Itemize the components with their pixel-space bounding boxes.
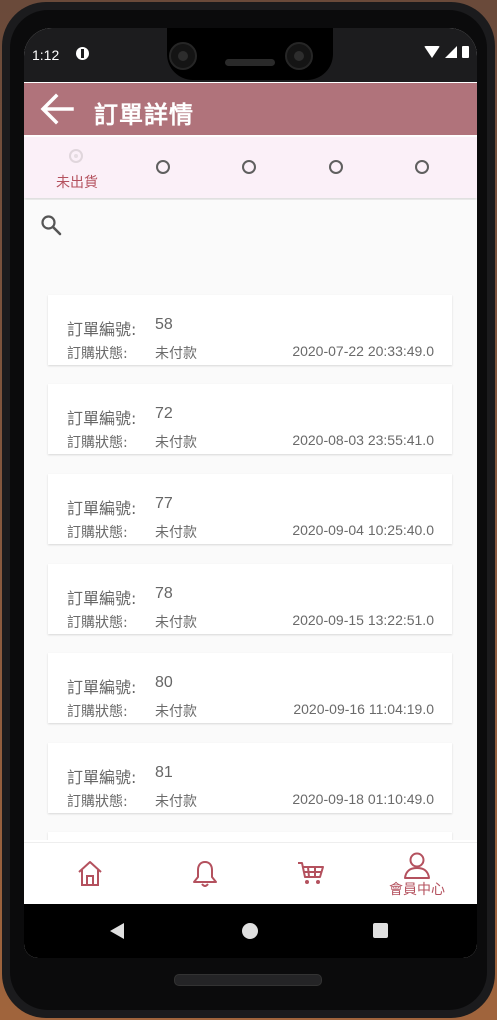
order-status-label: 訂購狀態: <box>67 346 128 362</box>
order-status: 未付款 <box>155 435 197 451</box>
camera-notch <box>167 28 333 80</box>
order-id: 80 <box>155 674 173 691</box>
order-id-label: 訂單編號: <box>67 589 137 608</box>
notification-icon <box>76 47 89 60</box>
order-card[interactable]: 訂單編號: 58 訂購狀態: 未付款 2020-07-22 20:33:49.0 <box>48 295 452 365</box>
bell-icon <box>193 861 217 887</box>
order-id: 81 <box>155 764 173 781</box>
camera-icon <box>169 42 197 70</box>
nav-home[interactable] <box>50 843 130 905</box>
tab-2[interactable] <box>124 137 204 198</box>
tab-3[interactable] <box>210 137 290 198</box>
status-bar: 1:12 <box>24 28 477 82</box>
system-icons <box>424 46 469 58</box>
order-id: 77 <box>155 495 173 512</box>
order-card[interactable]: 訂單編號: 81 訂購狀態: 未付款 2020-09-18 01:10:49.0 <box>48 743 452 813</box>
order-status: 未付款 <box>155 794 197 810</box>
phone-frame: 1:12 訂單詳情 未出貨 訂單編號: 58 訂購狀態: 未付款 2020-07… <box>2 2 495 1018</box>
order-status-tabs: 未出貨 <box>24 137 477 198</box>
nav-member-center[interactable]: 會員中心 <box>377 843 457 905</box>
order-card[interactable]: 訂單編號: 80 訂購狀態: 未付款 2020-09-16 11:04:19.0 <box>48 653 452 723</box>
order-id-label: 訂單編號: <box>67 409 137 428</box>
order-status-label: 訂購狀態: <box>67 615 128 631</box>
radio-icon <box>329 160 343 174</box>
order-card[interactable]: 訂單編號: 1 <box>48 832 452 840</box>
speaker-grille <box>225 59 275 66</box>
signal-icon <box>445 46 457 58</box>
tab-5[interactable] <box>383 137 463 198</box>
status-time: 1:12 <box>32 47 60 63</box>
order-status: 未付款 <box>155 346 197 362</box>
order-id: 72 <box>155 405 173 422</box>
order-id-label: 訂單編號: <box>67 678 137 697</box>
order-status: 未付款 <box>155 525 197 541</box>
nav-member-center-label: 會員中心 <box>389 882 445 898</box>
order-time: 2020-07-22 20:33:49.0 <box>292 343 434 359</box>
back-button[interactable] <box>36 91 76 127</box>
radio-icon <box>156 160 170 174</box>
order-list[interactable]: 訂單編號: 58 訂購狀態: 未付款 2020-07-22 20:33:49.0… <box>24 200 477 840</box>
order-card[interactable]: 訂單編號: 77 訂購狀態: 未付款 2020-09-04 10:25:40.0 <box>48 474 452 544</box>
order-card[interactable]: 訂單編號: 72 訂購狀態: 未付款 2020-08-03 23:55:41.0 <box>48 384 452 454</box>
person-icon <box>404 852 430 879</box>
wifi-icon <box>424 46 440 58</box>
order-id-label: 訂單編號: <box>67 768 137 787</box>
order-id-label: 訂單編號: <box>67 320 137 339</box>
page-title: 訂單詳情 <box>94 101 194 129</box>
cart-icon <box>298 862 324 884</box>
search-icon[interactable] <box>40 214 62 236</box>
android-nav-bar <box>24 904 477 958</box>
order-status-label: 訂購狀態: <box>67 525 128 541</box>
radio-icon <box>415 160 429 174</box>
battery-icon <box>462 46 469 58</box>
camera-icon <box>285 42 313 70</box>
order-status-label: 訂購狀態: <box>67 704 128 720</box>
order-status-label: 訂購狀態: <box>67 794 128 810</box>
order-time: 2020-09-04 10:25:40.0 <box>292 522 434 538</box>
order-status: 未付款 <box>155 704 197 720</box>
phone-bezel: 1:12 訂單詳情 未出貨 訂單編號: 58 訂購狀態: 未付款 2020-07… <box>10 10 487 1010</box>
tab-label: 未出貨 <box>56 175 98 191</box>
app-bar: 訂單詳情 <box>24 83 477 135</box>
tab-unshipped[interactable]: 未出貨 <box>37 137 117 198</box>
home-circle-icon[interactable] <box>242 923 258 939</box>
order-time: 2020-09-16 11:04:19.0 <box>293 701 434 717</box>
home-icon <box>78 861 102 886</box>
radio-selected-icon <box>69 149 83 163</box>
order-time: 2020-08-03 23:55:41.0 <box>292 432 434 448</box>
screen: 1:12 訂單詳情 未出貨 訂單編號: 58 訂購狀態: 未付款 2020-07… <box>24 28 477 958</box>
bottom-nav: 會員中心 <box>24 842 477 905</box>
order-status-label: 訂購狀態: <box>67 435 128 451</box>
order-time: 2020-09-18 01:10:49.0 <box>292 791 434 807</box>
order-status: 未付款 <box>155 615 197 631</box>
back-triangle-icon[interactable] <box>110 923 124 939</box>
nav-cart[interactable] <box>270 843 350 905</box>
recents-square-icon[interactable] <box>373 923 388 938</box>
order-time: 2020-09-15 13:22:51.0 <box>292 612 434 628</box>
tab-4[interactable] <box>297 137 377 198</box>
order-id: 78 <box>155 585 173 602</box>
order-id-label: 訂單編號: <box>67 499 137 518</box>
arrow-left-icon <box>40 93 74 125</box>
radio-icon <box>242 160 256 174</box>
order-card[interactable]: 訂單編號: 78 訂購狀態: 未付款 2020-09-15 13:22:51.0 <box>48 564 452 634</box>
home-indicator <box>174 974 322 986</box>
order-id: 58 <box>155 316 173 333</box>
nav-notifications[interactable] <box>165 843 245 905</box>
